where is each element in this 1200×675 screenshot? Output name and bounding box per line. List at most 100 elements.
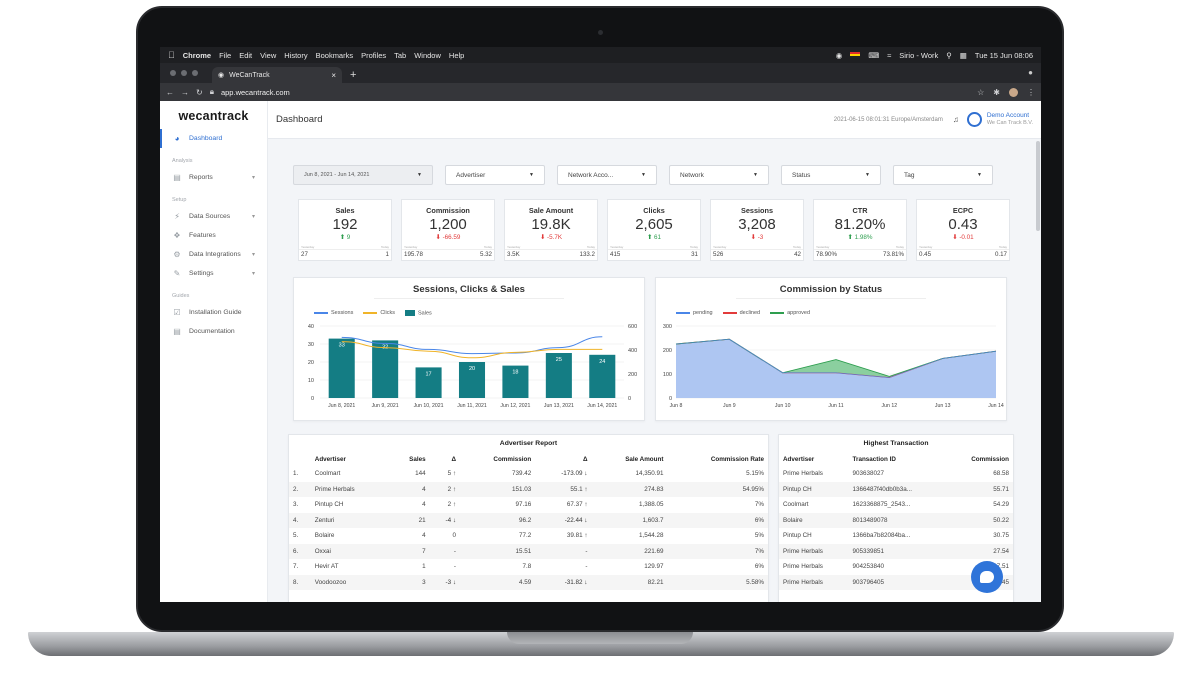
table-row[interactable]: 1. Coolmart 144 5 ↑ 739.42 -173.09 ↓ 14,350.91… bbox=[289, 466, 768, 482]
sidebar-item-data-sources[interactable]: ⚡︎ Data Sources ▾ bbox=[160, 207, 267, 226]
forward-icon[interactable]: → bbox=[181, 88, 189, 97]
close-window-button[interactable] bbox=[170, 70, 176, 76]
sidebar-item-features[interactable]: ❖ Features bbox=[160, 226, 267, 245]
table-row[interactable]: Prime Herbals 903638027 68.58 bbox=[779, 466, 1013, 482]
spotlight-icon[interactable]: ⚲ bbox=[946, 51, 952, 60]
table-cell: 77.2 bbox=[518, 532, 532, 540]
menu-help[interactable]: Help bbox=[449, 51, 464, 60]
network-label: Network bbox=[680, 171, 704, 179]
y-tick-label-right: 600 bbox=[628, 324, 637, 330]
maximize-window-button[interactable] bbox=[192, 70, 198, 76]
network-dropdown[interactable]: Network ▼ bbox=[669, 165, 769, 185]
sidebar-item-data-integrations[interactable]: ⚙︎ Data Integrations ▾ bbox=[160, 245, 267, 264]
kpi-value: 0.43 bbox=[948, 216, 978, 233]
sidebar-item-dashboard[interactable]: ◕ Dashboard bbox=[160, 129, 267, 148]
date-range-picker[interactable]: Jun 8, 2021 - Jun 14, 2021 ▼ bbox=[293, 165, 433, 185]
table-cell: 50.22 bbox=[993, 516, 1009, 524]
arrow-down-icon: ⬇︎ bbox=[750, 234, 756, 241]
wifi-icon[interactable]: ≈ bbox=[887, 51, 891, 60]
kpi-delta-value: -0.01 bbox=[959, 234, 974, 241]
table-cell: -22.44 ↓ bbox=[564, 516, 588, 524]
status-dropdown[interactable]: Status ▼ bbox=[781, 165, 881, 185]
column-header[interactable]: Advertiser bbox=[779, 453, 849, 466]
screen:  Chrome File Edit View History Bookmark… bbox=[160, 47, 1041, 602]
table-cell: -173.09 ↓ bbox=[561, 470, 588, 478]
logo[interactable]: wecantrack bbox=[160, 109, 267, 129]
table-row[interactable]: Bolaire 8013489078 50.22 bbox=[779, 512, 1013, 528]
control-center-icon[interactable]: ▦ bbox=[960, 51, 967, 60]
table-row[interactable]: Coolmart 1623368875_2543... 54.29 bbox=[779, 497, 1013, 513]
menu-file[interactable]: File bbox=[219, 51, 231, 60]
menu-profiles[interactable]: Profiles bbox=[361, 51, 386, 60]
kpi-card-commission: Commission 1,200 ⬇︎ -66.59 Yesterday Today 19… bbox=[401, 199, 495, 261]
sidebar-item-installation-guide[interactable]: ☑ Installation Guide bbox=[160, 303, 267, 322]
minimize-window-button[interactable] bbox=[181, 70, 187, 76]
table-cell: 903796405 bbox=[852, 578, 885, 586]
reload-icon[interactable]: ↻ bbox=[196, 88, 203, 97]
sidebar-item-settings[interactable]: ✎ Settings ▾ bbox=[160, 264, 267, 283]
record-icon[interactable]: ◉ bbox=[836, 51, 843, 60]
menu-tab[interactable]: Tab bbox=[394, 51, 406, 60]
table-row[interactable]: 2. Prime Herbals 4 2 ↑ 151.03 55.1 ↑ 274.83 54.… bbox=[289, 481, 768, 497]
table-row[interactable]: 3. Pintup CH 4 2 ↑ 97.16 67.37 ↑ 1,388.05 7% bbox=[289, 497, 768, 513]
keyboard-icon[interactable]: ⌨ bbox=[868, 51, 879, 60]
column-header[interactable]: Transaction ID bbox=[849, 453, 947, 466]
network-account-dropdown[interactable]: Network Acco... ▼ bbox=[557, 165, 657, 185]
apple-icon[interactable]:  bbox=[168, 50, 175, 60]
tab-search-icon[interactable]: ● bbox=[1028, 68, 1033, 77]
table-row[interactable]: 7. Hevir AT 1 - 7.8 - 129.97 6% bbox=[289, 559, 768, 575]
column-header[interactable]: Commission Rate bbox=[667, 453, 768, 466]
column-header[interactable] bbox=[289, 453, 311, 466]
new-tab-button[interactable]: + bbox=[350, 69, 356, 81]
sidebar-item-documentation[interactable]: ▤ Documentation bbox=[160, 322, 267, 341]
sidebar-item-reports[interactable]: ▤ Reports ▾ bbox=[160, 168, 267, 187]
sidebar-item-label: Data Integrations bbox=[189, 251, 241, 258]
table-cell: 1 bbox=[422, 563, 426, 571]
column-header[interactable]: Commission bbox=[947, 453, 1013, 466]
bookmark-star-icon[interactable]: ☆ bbox=[977, 88, 984, 97]
column-header[interactable]: Commission bbox=[460, 453, 535, 466]
y-tick-label-left: 40 bbox=[308, 324, 314, 330]
table-row[interactable]: 5. Bolaire 4 0 77.2 39.81 ↑ 1,544.28 5% bbox=[289, 528, 768, 544]
table-cell: 5 ↑ bbox=[447, 470, 456, 478]
menu-history[interactable]: History bbox=[284, 51, 307, 60]
scrollbar[interactable] bbox=[1036, 141, 1040, 231]
account-icon[interactable] bbox=[966, 112, 982, 127]
chat-button[interactable] bbox=[971, 561, 1003, 593]
flag-icon[interactable] bbox=[850, 52, 861, 58]
account-menu[interactable]: Demo Account We Can Track B.V. bbox=[987, 112, 1033, 126]
table-row[interactable]: 4. Zenturi 21 -4 ↓ 96.2 -22.44 ↓ 1,603.7 6% bbox=[289, 512, 768, 528]
profile-name[interactable]: Sirio - Work bbox=[899, 51, 938, 60]
menu-edit[interactable]: Edit bbox=[239, 51, 252, 60]
menu-window[interactable]: Window bbox=[414, 51, 441, 60]
column-header[interactable]: Sale Amount bbox=[591, 453, 667, 466]
tab-title: WeCanTrack bbox=[229, 71, 270, 79]
bell-icon[interactable]: ♫ bbox=[953, 115, 959, 124]
column-header[interactable]: Δ bbox=[430, 453, 460, 466]
column-header[interactable]: Advertiser bbox=[311, 453, 390, 466]
extensions-icon[interactable]: ✱ bbox=[993, 88, 1000, 97]
browser-menu-icon[interactable]: ⋮ bbox=[1027, 88, 1035, 97]
table-row[interactable]: Prime Herbals 905339851 27.54 bbox=[779, 543, 1013, 559]
advertiser-dropdown[interactable]: Advertiser ▼ bbox=[445, 165, 545, 185]
y-tick-label-left: 30 bbox=[308, 342, 314, 348]
back-icon[interactable]: ← bbox=[166, 88, 174, 97]
browser-tab[interactable]: ◉ WeCanTrack × bbox=[212, 67, 342, 83]
profile-avatar[interactable] bbox=[1009, 87, 1018, 97]
close-tab-icon[interactable]: × bbox=[331, 71, 336, 80]
tag-dropdown[interactable]: Tag ▼ bbox=[893, 165, 993, 185]
table-row[interactable]: 6. Oxxai 7 - 15.51 - 221.69 7% bbox=[289, 543, 768, 559]
url-field[interactable]: app.wecantrack.com bbox=[221, 88, 290, 97]
laptop-notch bbox=[507, 632, 693, 644]
table-row[interactable]: Pintup CH 1366487f40db0b3a... 55.71 bbox=[779, 481, 1013, 497]
menu-app[interactable]: Chrome bbox=[183, 51, 211, 60]
menu-view[interactable]: View bbox=[260, 51, 276, 60]
column-header[interactable]: Δ bbox=[535, 453, 591, 466]
data-label: 33 bbox=[339, 343, 345, 349]
table-row[interactable]: 8. Voodoozoo 3 -3 ↓ 4.59 -31.82 ↓ 82.21 5.58% bbox=[289, 574, 768, 590]
menu-bookmarks[interactable]: Bookmarks bbox=[316, 51, 354, 60]
gears-icon: ⚙︎ bbox=[173, 250, 181, 259]
table-row[interactable]: Pintup CH 1366ba7b82084ba... 30.75 bbox=[779, 528, 1013, 544]
clock[interactable]: Tue 15 Jun 08:06 bbox=[975, 51, 1033, 60]
column-header[interactable]: Sales bbox=[389, 453, 429, 466]
